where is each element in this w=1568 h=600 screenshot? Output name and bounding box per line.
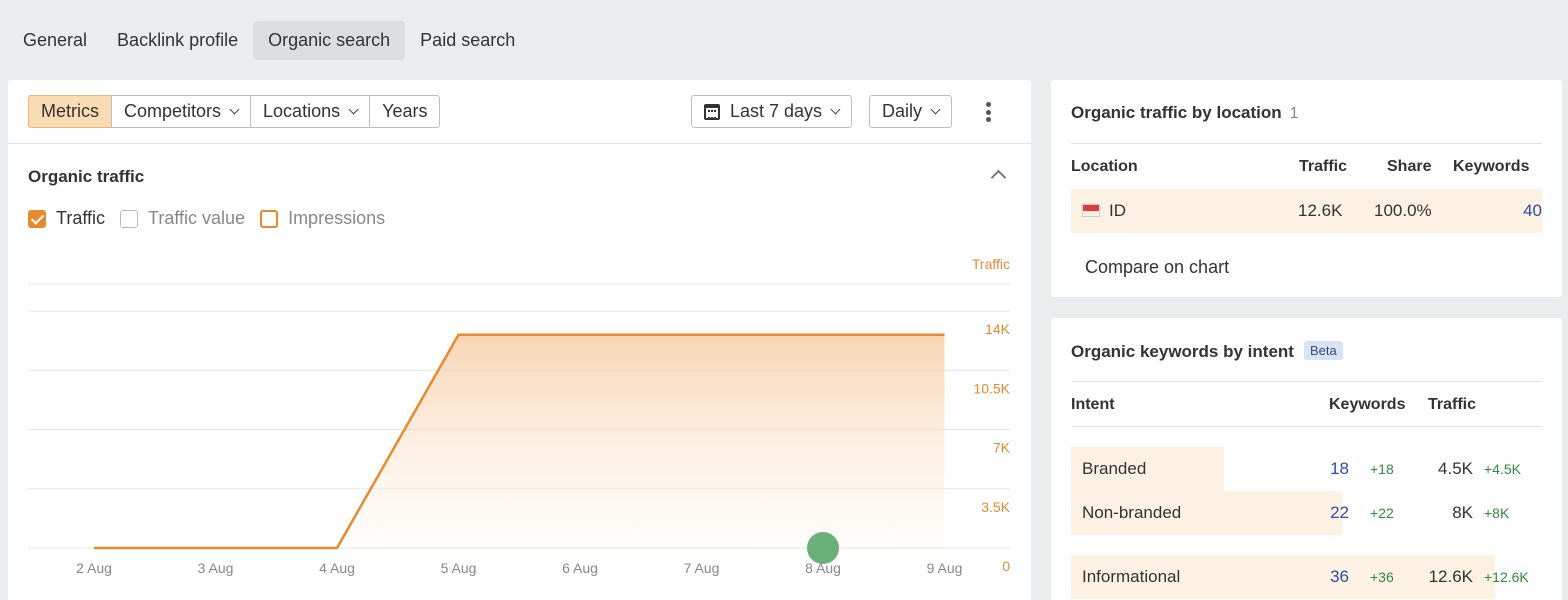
location-code: ID bbox=[1109, 201, 1126, 220]
y-tick-label: 14K bbox=[985, 321, 1011, 337]
y-tick-label: 10.5K bbox=[973, 380, 1010, 396]
date-range-label: Last 7 days bbox=[730, 101, 823, 121]
traffic-by-location-panel: Organic traffic by location 1 Location Tr… bbox=[1051, 80, 1562, 297]
y-tick-label: 0 bbox=[1002, 558, 1010, 574]
divider bbox=[1071, 426, 1542, 427]
more-options-icon[interactable] bbox=[982, 100, 994, 124]
locations-dropdown[interactable]: Locations bbox=[250, 95, 371, 128]
tab-organic-search[interactable]: Organic search bbox=[253, 21, 406, 60]
col-share: Share bbox=[1387, 158, 1432, 175]
keywords-delta: +22 bbox=[1370, 505, 1394, 521]
intent-title-text: Organic keywords by intent bbox=[1071, 342, 1294, 361]
col-traffic: Traffic bbox=[1428, 396, 1477, 413]
checkbox-icon bbox=[260, 209, 279, 228]
annotation-marker bbox=[807, 532, 839, 564]
location-panel-title: Organic traffic by location 1 bbox=[1071, 103, 1299, 123]
beta-badge: Beta bbox=[1303, 341, 1343, 360]
tab-general[interactable]: General bbox=[8, 21, 102, 60]
x-tick-label: 4 Aug bbox=[319, 560, 355, 576]
date-range-dropdown[interactable]: Last 7 days bbox=[691, 95, 853, 128]
traffic-delta: +8K bbox=[1484, 505, 1510, 521]
intent-traffic: 12.6K bbox=[1428, 567, 1473, 586]
location-traffic: 12.6K bbox=[1298, 201, 1343, 220]
chevron-up-icon[interactable] bbox=[990, 169, 1007, 186]
intent-label: Branded bbox=[1082, 459, 1147, 478]
location-share: 100.0% bbox=[1374, 201, 1432, 220]
intent-keywords-link[interactable]: 36 bbox=[1330, 567, 1349, 587]
view-segmented-control: Metrics Competitors Locations Years bbox=[28, 95, 441, 128]
indonesia-flag-icon bbox=[1082, 204, 1100, 217]
intent-keywords-link[interactable]: 22 bbox=[1330, 503, 1349, 523]
col-keywords: Keywords bbox=[1453, 158, 1530, 175]
calendar-icon bbox=[704, 103, 720, 120]
years-button[interactable]: Years bbox=[369, 95, 441, 128]
impressions-checkbox-label: Impressions bbox=[288, 208, 386, 228]
location-count: 1 bbox=[1289, 105, 1299, 122]
x-tick-label: 3 Aug bbox=[198, 560, 234, 576]
checkbox-checked-icon bbox=[28, 209, 46, 228]
chevron-down-icon bbox=[229, 104, 240, 115]
x-tick-label: 5 Aug bbox=[441, 560, 477, 576]
traffic-value-checkbox[interactable]: Traffic value bbox=[120, 208, 245, 229]
traffic-value-checkbox-label: Traffic value bbox=[148, 208, 246, 228]
divider bbox=[1071, 381, 1542, 382]
competitors-label: Competitors bbox=[124, 101, 222, 121]
section-title: Organic traffic bbox=[28, 167, 145, 186]
col-traffic: Traffic bbox=[1299, 158, 1348, 175]
organic-traffic-panel: Metrics Competitors Locations Years Last… bbox=[8, 80, 1031, 600]
impressions-checkbox[interactable]: Impressions bbox=[260, 208, 385, 229]
x-tick-label: 6 Aug bbox=[562, 560, 598, 576]
traffic-checkbox[interactable]: Traffic bbox=[28, 208, 105, 229]
x-tick-label: 7 Aug bbox=[684, 560, 720, 576]
traffic-checkbox-label: Traffic bbox=[56, 208, 106, 228]
col-location: Location bbox=[1071, 158, 1138, 175]
tab-backlink-profile[interactable]: Backlink profile bbox=[102, 21, 253, 60]
keywords-delta: +36 bbox=[1370, 569, 1394, 585]
organic-traffic-chart: Traffic 0 3.5K 7K 10.5K 14K 2 Aug 3 Aug 4 Aug 5 … bbox=[28, 256, 1011, 576]
compare-on-chart-button[interactable]: Compare on chart bbox=[1085, 257, 1229, 278]
intent-panel-title: Organic keywords by intent Beta bbox=[1071, 341, 1343, 362]
divider bbox=[1071, 143, 1542, 144]
competitors-dropdown[interactable]: Competitors bbox=[111, 95, 252, 128]
x-tick-label: 2 Aug bbox=[76, 560, 112, 576]
metrics-button[interactable]: Metrics bbox=[28, 95, 112, 128]
location-keywords-link[interactable]: 40 bbox=[1523, 201, 1542, 221]
y-tick-label: 3.5K bbox=[981, 499, 1010, 515]
intent-traffic: 8K bbox=[1452, 503, 1473, 522]
traffic-area-fill bbox=[94, 334, 945, 548]
location-title-text: Organic traffic by location bbox=[1071, 103, 1282, 122]
interval-dropdown[interactable]: Daily bbox=[869, 95, 953, 128]
years-label: Years bbox=[382, 101, 428, 121]
col-keywords: Keywords bbox=[1329, 396, 1406, 413]
intent-label: Informational bbox=[1082, 567, 1181, 586]
keywords-delta: +18 bbox=[1370, 461, 1394, 477]
intent-traffic: 4.5K bbox=[1438, 459, 1473, 478]
traffic-delta: +4.5K bbox=[1484, 461, 1521, 477]
intent-label: Non-branded bbox=[1082, 503, 1182, 522]
metric-checkboxes: Traffic Traffic value Impressions bbox=[28, 208, 400, 229]
chevron-down-icon bbox=[930, 104, 941, 115]
metrics-label: Metrics bbox=[41, 101, 99, 121]
checkbox-icon bbox=[120, 209, 139, 228]
chevron-down-icon bbox=[348, 104, 359, 115]
interval-label: Daily bbox=[882, 101, 923, 121]
x-tick-label: 9 Aug bbox=[927, 560, 963, 576]
chevron-down-icon bbox=[830, 104, 841, 115]
traffic-delta: +12.6K bbox=[1484, 569, 1529, 585]
col-intent: Intent bbox=[1071, 396, 1115, 413]
intent-keywords-link[interactable]: 18 bbox=[1330, 459, 1349, 479]
report-tabs: General Backlink profile Organic search … bbox=[8, 21, 530, 60]
tab-paid-search[interactable]: Paid search bbox=[405, 21, 530, 60]
y-axis-title: Traffic bbox=[972, 256, 1010, 272]
locations-label: Locations bbox=[263, 101, 341, 121]
y-tick-label: 7K bbox=[993, 440, 1011, 456]
chart-toolbar: Metrics Competitors Locations Years Last… bbox=[8, 80, 1031, 144]
keywords-by-intent-panel: Organic keywords by intent Beta Intent Ke… bbox=[1051, 318, 1562, 600]
